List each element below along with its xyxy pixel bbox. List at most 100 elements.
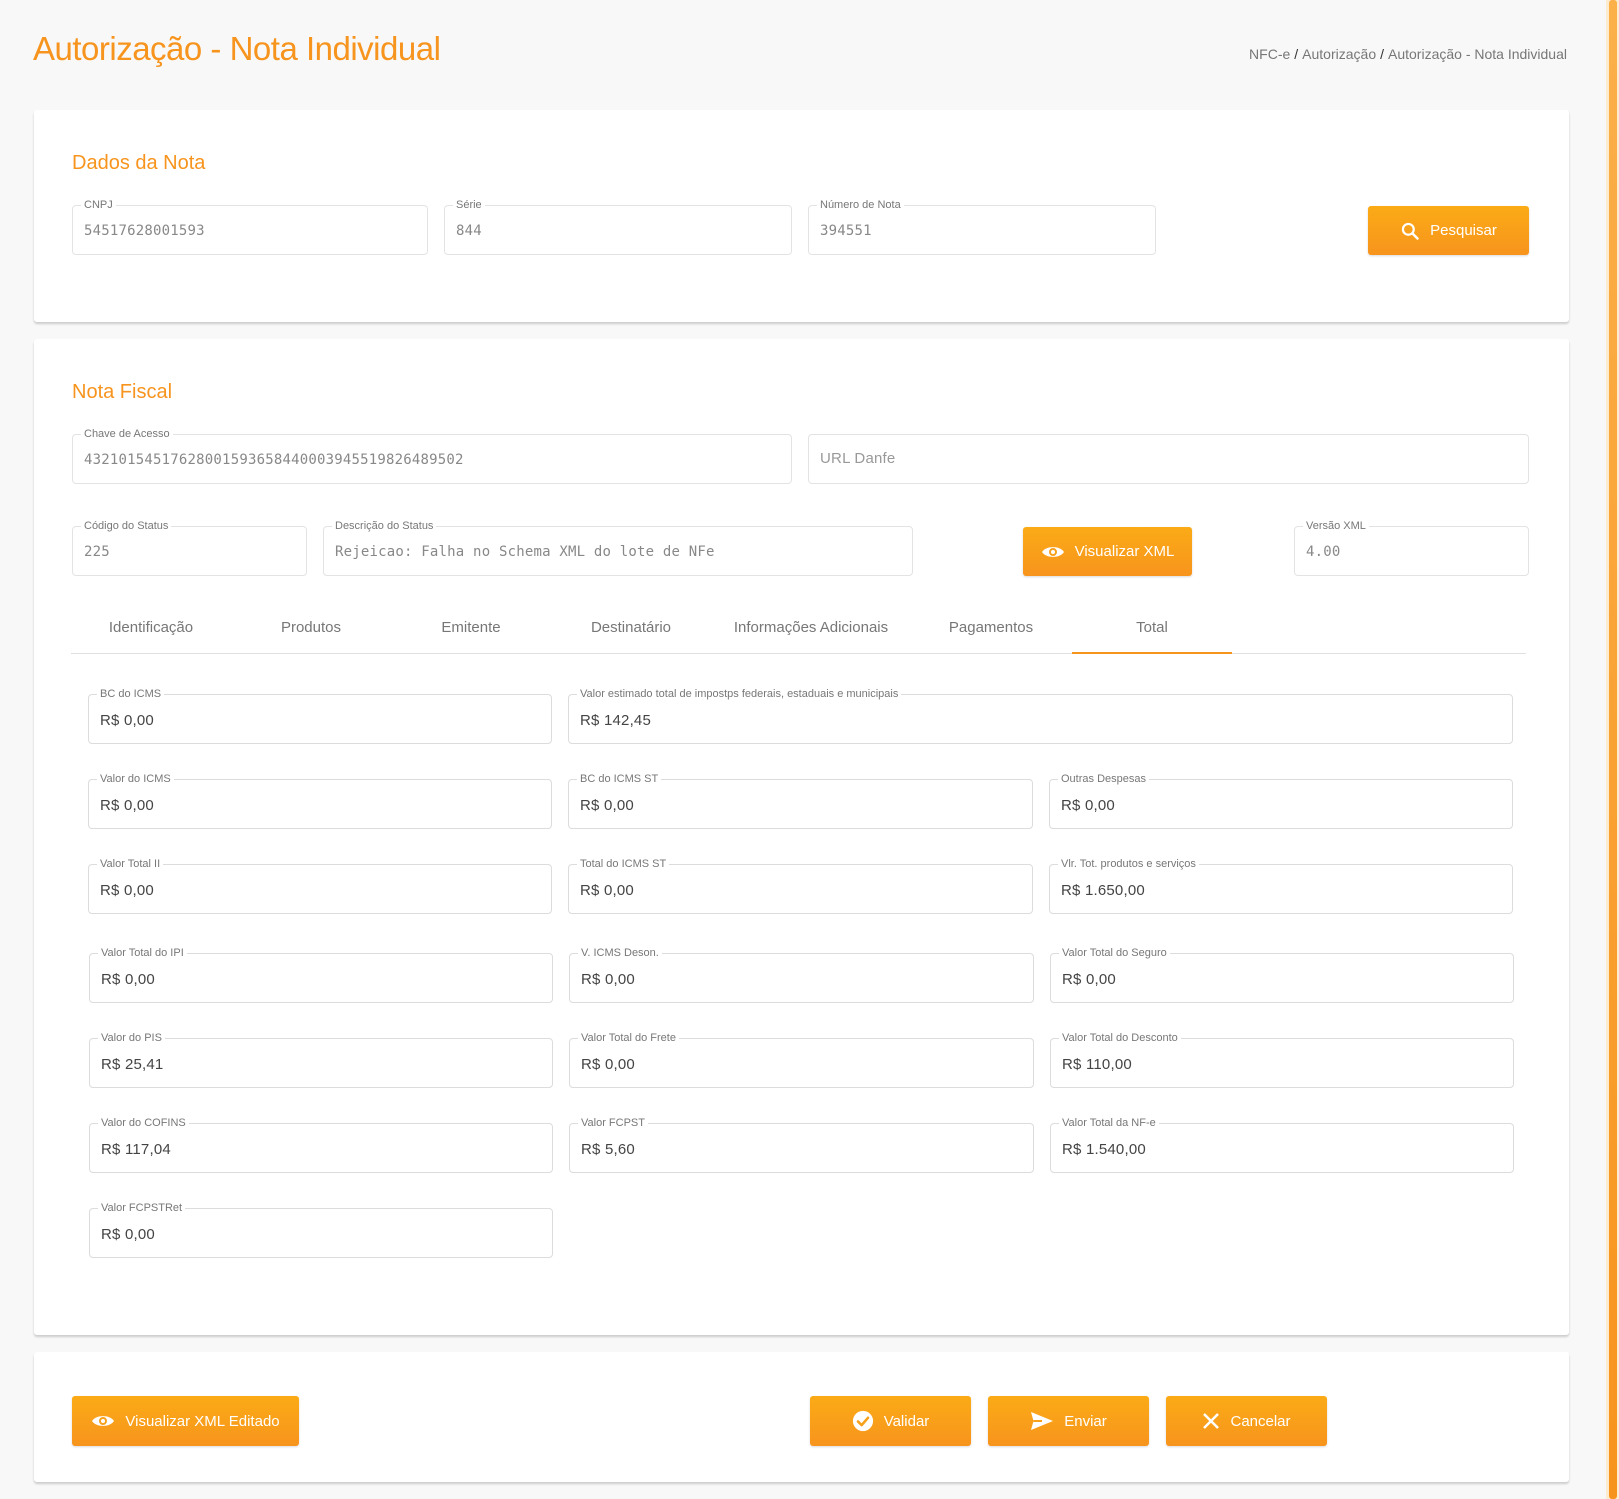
valor-total-desconto-value: R$ 110,00	[1062, 1056, 1132, 1073]
valor-pis-field[interactable]: Valor do PIS R$ 25,41	[89, 1031, 553, 1088]
valor-fcpst-label: Valor FCPST	[578, 1116, 648, 1130]
cnpj-value: 54517628001593	[84, 223, 205, 239]
valor-cofins-field[interactable]: Valor do COFINS R$ 117,04	[89, 1116, 553, 1173]
descricao-status-field[interactable]: Descrição do Status Rejeicao: Falha no S…	[323, 519, 913, 576]
breadcrumb: NFC-e / Autorização / Autorização - Nota Ind…	[1249, 46, 1567, 62]
breadcrumb-item-current: Autorização - Nota Individual	[1388, 46, 1567, 62]
valor-estimado-field[interactable]: Valor estimado total de impostps federai…	[568, 687, 1513, 744]
scrollbar-thumb[interactable]	[1609, 0, 1617, 1499]
valor-total-nfe-value: R$ 1.540,00	[1062, 1141, 1146, 1158]
cancel-button[interactable]: Cancelar	[1166, 1396, 1327, 1446]
valor-estimado-label: Valor estimado total de impostps federai…	[577, 687, 902, 701]
valor-estimado-value: R$ 142,45	[580, 712, 652, 729]
bc-icms-value: R$ 0,00	[100, 712, 154, 729]
valor-icms-value: R$ 0,00	[100, 797, 154, 814]
valor-total-frete-field[interactable]: Valor Total do Frete R$ 0,00	[569, 1031, 1034, 1088]
valor-cofins-label: Valor do COFINS	[98, 1116, 189, 1130]
view-edited-xml-button[interactable]: Visualizar XML Editado	[72, 1396, 299, 1446]
valor-total-seguro-field[interactable]: Valor Total do Seguro R$ 0,00	[1050, 946, 1514, 1003]
valor-total-ipi-label: Valor Total do IPI	[98, 946, 187, 960]
valor-total-ii-field[interactable]: Valor Total II R$ 0,00	[88, 857, 552, 914]
send-icon	[1031, 1412, 1054, 1430]
url-danfe-field[interactable]: URL Danfe	[808, 434, 1529, 484]
view-xml-button-label: Visualizar XML	[1074, 543, 1175, 560]
valor-fcpst-field[interactable]: Valor FCPST R$ 5,60	[569, 1116, 1034, 1173]
close-icon	[1203, 1413, 1220, 1429]
valor-total-ii-label: Valor Total II	[97, 857, 164, 871]
breadcrumb-item-autorizacao[interactable]: Autorização	[1302, 46, 1376, 62]
codigo-status-field[interactable]: Código do Status 225	[72, 519, 307, 576]
valor-fcpstret-field[interactable]: Valor FCPSTRet R$ 0,00	[89, 1201, 553, 1258]
serie-field[interactable]: Série 844	[444, 198, 792, 255]
chave-acesso-value: 4321015451762800159365844000394551982648…	[84, 452, 464, 468]
eye-icon	[92, 1416, 115, 1426]
total-icms-st-field[interactable]: Total do ICMS ST R$ 0,00	[568, 857, 1033, 914]
valor-total-ipi-field[interactable]: Valor Total do IPI R$ 0,00	[89, 946, 553, 1003]
view-edited-xml-button-label: Visualizar XML Editado	[125, 1412, 280, 1430]
tab-total[interactable]: Total	[1072, 609, 1232, 654]
breadcrumb-separator: /	[1294, 46, 1299, 62]
total-icms-st-label: Total do ICMS ST	[577, 857, 670, 871]
descricao-status-label: Descrição do Status	[332, 519, 437, 533]
v-icms-deson-value: R$ 0,00	[581, 971, 635, 988]
bc-icms-field[interactable]: BC do ICMS R$ 0,00	[88, 687, 552, 744]
url-danfe-placeholder: URL Danfe	[820, 450, 896, 467]
view-xml-button[interactable]: Visualizar XML	[1023, 527, 1192, 576]
tab-produtos[interactable]: Produtos	[231, 609, 391, 653]
tab-destinatario[interactable]: Destinatário	[551, 609, 711, 653]
valor-pis-label: Valor do PIS	[98, 1031, 165, 1045]
outras-despesas-label: Outras Despesas	[1058, 772, 1149, 786]
valor-total-nfe-field[interactable]: Valor Total da NF-e R$ 1.540,00	[1050, 1116, 1514, 1173]
valor-cofins-value: R$ 117,04	[101, 1141, 171, 1158]
codigo-status-value: 225	[84, 544, 110, 560]
v-icms-deson-label: V. ICMS Deson.	[578, 946, 662, 960]
dados-nota-title: Dados da Nota	[72, 152, 206, 174]
nota-fiscal-title: Nota Fiscal	[72, 381, 173, 403]
valor-total-seguro-value: R$ 0,00	[1062, 971, 1116, 988]
cnpj-label: CNPJ	[81, 198, 116, 212]
valor-fcpst-value: R$ 5,60	[581, 1141, 635, 1158]
codigo-status-label: Código do Status	[81, 519, 172, 533]
search-button-label: Pesquisar	[1430, 222, 1497, 239]
bc-icms-st-field[interactable]: BC do ICMS ST R$ 0,00	[568, 772, 1033, 829]
search-icon	[1401, 222, 1419, 240]
bc-icms-st-label: BC do ICMS ST	[577, 772, 662, 786]
vlr-tot-produtos-label: Vlr. Tot. produtos e serviços	[1058, 857, 1199, 871]
send-button-label: Enviar	[1064, 1412, 1107, 1430]
valor-total-desconto-field[interactable]: Valor Total do Desconto R$ 110,00	[1050, 1031, 1514, 1088]
check-circle-icon	[852, 1410, 873, 1432]
chave-acesso-label: Chave de Acesso	[81, 427, 173, 441]
valor-total-ii-value: R$ 0,00	[100, 882, 154, 899]
cnpj-field[interactable]: CNPJ 54517628001593	[72, 198, 428, 255]
v-icms-deson-field[interactable]: V. ICMS Deson. R$ 0,00	[569, 946, 1034, 1003]
outras-despesas-value: R$ 0,00	[1061, 797, 1115, 814]
vlr-tot-produtos-value: R$ 1.650,00	[1061, 882, 1145, 899]
outras-despesas-field[interactable]: Outras Despesas R$ 0,00	[1049, 772, 1513, 829]
valor-icms-field[interactable]: Valor do ICMS R$ 0,00	[88, 772, 552, 829]
numero-nota-field[interactable]: Número de Nota 394551	[808, 198, 1156, 255]
validate-button[interactable]: Validar	[810, 1396, 971, 1446]
tab-informacoes-adicionais[interactable]: Informações Adicionais	[711, 609, 911, 653]
search-button[interactable]: Pesquisar	[1368, 206, 1529, 255]
versao-xml-field[interactable]: Versão XML 4.00	[1294, 519, 1529, 576]
versao-xml-label: Versão XML	[1303, 519, 1369, 533]
tab-identificacao[interactable]: Identificação	[71, 609, 231, 653]
tab-emitente[interactable]: Emitente	[391, 609, 551, 653]
valor-pis-value: R$ 25,41	[101, 1056, 164, 1073]
chave-acesso-field[interactable]: Chave de Acesso 432101545176280015936584…	[72, 427, 792, 484]
breadcrumb-item-nfce[interactable]: NFC-e	[1249, 46, 1290, 62]
page-scrollbar[interactable]	[1606, 0, 1619, 1499]
serie-value: 844	[456, 223, 482, 239]
serie-label: Série	[453, 198, 485, 212]
valor-icms-label: Valor do ICMS	[97, 772, 174, 786]
tab-pagamentos[interactable]: Pagamentos	[911, 609, 1071, 653]
cancel-button-label: Cancelar	[1230, 1412, 1291, 1430]
send-button[interactable]: Enviar	[988, 1396, 1149, 1446]
valor-total-seguro-label: Valor Total do Seguro	[1059, 946, 1170, 960]
bc-icms-label: BC do ICMS	[97, 687, 165, 701]
descricao-status-value: Rejeicao: Falha no Schema XML do lote de…	[335, 544, 715, 560]
vlr-tot-produtos-field[interactable]: Vlr. Tot. produtos e serviços R$ 1.650,0…	[1049, 857, 1513, 914]
total-icms-st-value: R$ 0,00	[580, 882, 634, 899]
numero-nota-label: Número de Nota	[817, 198, 904, 212]
numero-nota-value: 394551	[820, 223, 872, 239]
